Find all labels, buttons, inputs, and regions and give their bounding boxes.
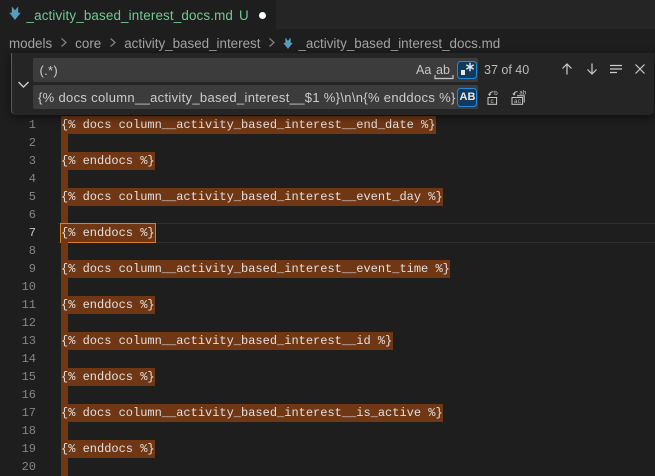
svg-text:c: c xyxy=(490,98,494,105)
svg-text:ac: ac xyxy=(514,98,522,105)
svg-text:ab: ab xyxy=(519,90,527,97)
svg-text:b: b xyxy=(494,90,498,97)
